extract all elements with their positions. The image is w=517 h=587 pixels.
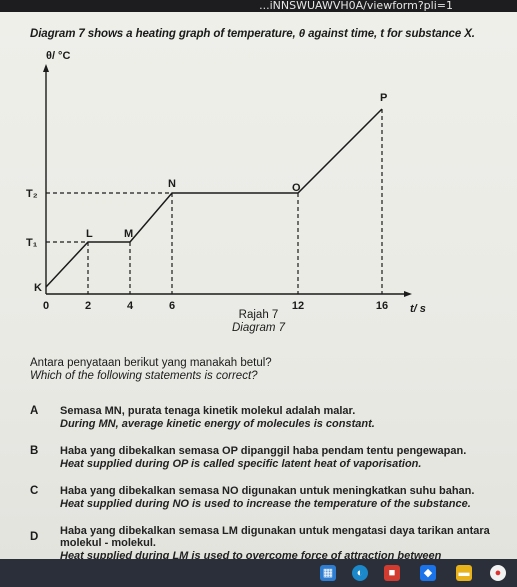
option-text-malay: Haba yang dibekalkan semasa NO digunakan… bbox=[60, 485, 475, 497]
diagram-caption-english: Diagram 7 bbox=[231, 322, 286, 334]
option-letter: A bbox=[30, 405, 39, 417]
option-text-english: During MN, average kinetic energy of mol… bbox=[60, 418, 375, 430]
store-icon[interactable]: ▦ bbox=[320, 565, 336, 581]
option-letter: D bbox=[30, 531, 39, 543]
question-english: Which of the following statements is cor… bbox=[30, 370, 258, 382]
option-letter: B bbox=[30, 445, 39, 457]
option-text-english: Heat supplied during NO is used to incre… bbox=[60, 498, 471, 510]
question-paper: Diagram 7 shows a heating graph of tempe… bbox=[0, 12, 517, 562]
option-text-malay: Semasa MN, purata tenaga kinetik molekul… bbox=[60, 405, 356, 417]
y-tick-label: T₂ bbox=[26, 188, 38, 200]
point-label: K bbox=[34, 282, 42, 294]
diagram-caption-malay: Rajah 7 bbox=[238, 309, 279, 321]
y-axis-label: θ/ °C bbox=[46, 50, 70, 62]
option-letter: C bbox=[30, 485, 39, 497]
graph-axes bbox=[43, 64, 412, 297]
os-taskbar: ▦ ◐ ■ ◆ ▬ ● bbox=[0, 559, 517, 587]
graph-guide-lines bbox=[46, 109, 383, 294]
option-text-english: Heat supplied during OP is called specif… bbox=[60, 458, 422, 470]
question-malay: Antara penyataan berikut yang manakah be… bbox=[30, 357, 272, 369]
y-tick-label: T₁ bbox=[26, 237, 38, 249]
y-axis-arrow bbox=[43, 64, 49, 72]
option-text-malay: Haba yang dibekalkan semasa LM digunakan… bbox=[60, 525, 490, 549]
option-text-malay: Haba yang dibekalkan semasa OP dipanggil… bbox=[60, 445, 467, 457]
browser-address-bar: ...iNNSWUAWVH0A/viewform?pli=1 bbox=[0, 0, 517, 12]
point-label: L bbox=[86, 228, 93, 240]
browser-icon[interactable]: ◐ bbox=[352, 565, 368, 581]
heating-graph: θ/ °Ct/ sT₂T₁0 2 4 6 12 16KL MN OP bbox=[26, 50, 426, 312]
point-label: M bbox=[124, 228, 133, 240]
point-label: O bbox=[292, 182, 301, 194]
graph-labels: θ/ °Ct/ sT₂T₁0 2 4 6 12 16KL MN OP bbox=[26, 50, 426, 312]
folder-icon[interactable]: ▬ bbox=[456, 565, 472, 581]
point-label: P bbox=[380, 92, 387, 104]
temperature-curve bbox=[45, 108, 383, 288]
point-label: N bbox=[168, 178, 176, 190]
word-icon[interactable]: ◆ bbox=[420, 565, 436, 581]
app-icon[interactable]: ■ bbox=[384, 565, 400, 581]
x-axis-arrow bbox=[404, 291, 412, 297]
chrome-icon[interactable]: ● bbox=[490, 565, 506, 581]
graph-curve bbox=[45, 108, 383, 288]
url-text: ...iNNSWUAWVH0A/viewform?pli=1 bbox=[259, 0, 453, 12]
